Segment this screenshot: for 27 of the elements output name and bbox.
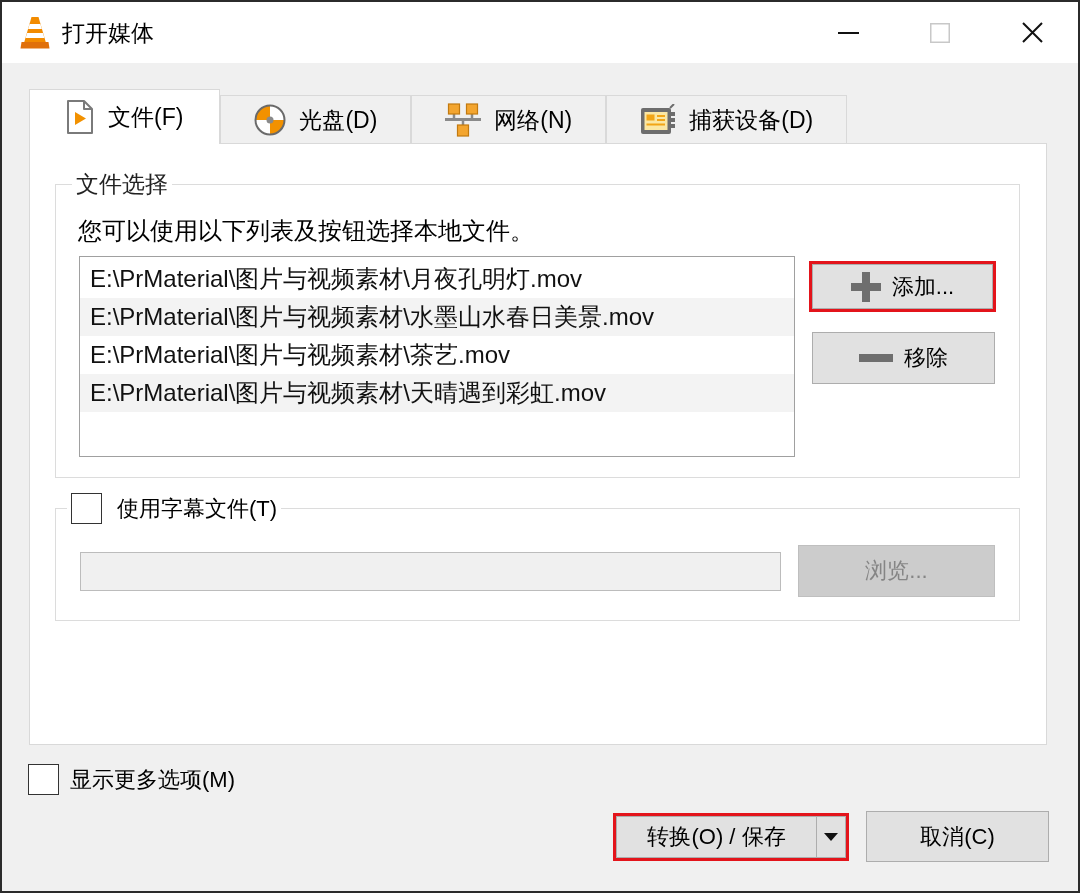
file-list[interactable]: E:\PrMaterial\图片与视频素材\月夜孔明灯.mov E:\PrMaterial\图片与视频素材\水墨山水春日美景.mov E:\PrMaterial\图片与视频素材\茶艺.mov E:\PrMaterial\图片与视频素材\天晴遇到彩虹.mov: [79, 256, 795, 457]
disc-icon: [254, 103, 287, 136]
tab[interactable]: 网络(N): [411, 95, 607, 144]
plus-icon: [850, 271, 881, 302]
network-icon: [445, 102, 482, 137]
tab[interactable]: 捕获设备(D): [606, 95, 848, 144]
group-title: 文件选择: [76, 170, 168, 198]
checkbox-label: 使用字幕文件(T): [117, 494, 278, 523]
window-title: 打开媒体: [62, 18, 154, 47]
remove-button[interactable]: 移除: [812, 332, 995, 384]
capture-card-icon: [640, 103, 677, 136]
instruction-text: 您可以使用以下列表及按钮选择本地文件。: [78, 217, 534, 245]
document-play-icon: [66, 100, 94, 134]
checkbox[interactable]: [28, 764, 59, 795]
convert-save-button[interactable]: 转换(O) / 保存: [616, 815, 816, 858]
dropdown-button[interactable]: [816, 815, 846, 858]
checkbox-label: 显示更多选项(M): [70, 765, 235, 794]
file-list-item[interactable]: E:\PrMaterial\图片与视频素材\天晴遇到彩虹.mov: [80, 374, 794, 412]
caret-down-icon: [824, 832, 838, 841]
tab[interactable]: 文件(F): [29, 89, 221, 144]
traffic-cone-icon: [20, 16, 50, 49]
file-list-item[interactable]: E:\PrMaterial\图片与视频素材\水墨山水春日美景.mov: [80, 298, 794, 336]
minus-icon: [859, 354, 893, 362]
add-button[interactable]: 添加...: [812, 264, 993, 309]
checkbox[interactable]: [71, 493, 102, 524]
tab[interactable]: 光盘(D): [220, 95, 412, 144]
cancel-button[interactable]: 取消(C): [866, 811, 1049, 862]
